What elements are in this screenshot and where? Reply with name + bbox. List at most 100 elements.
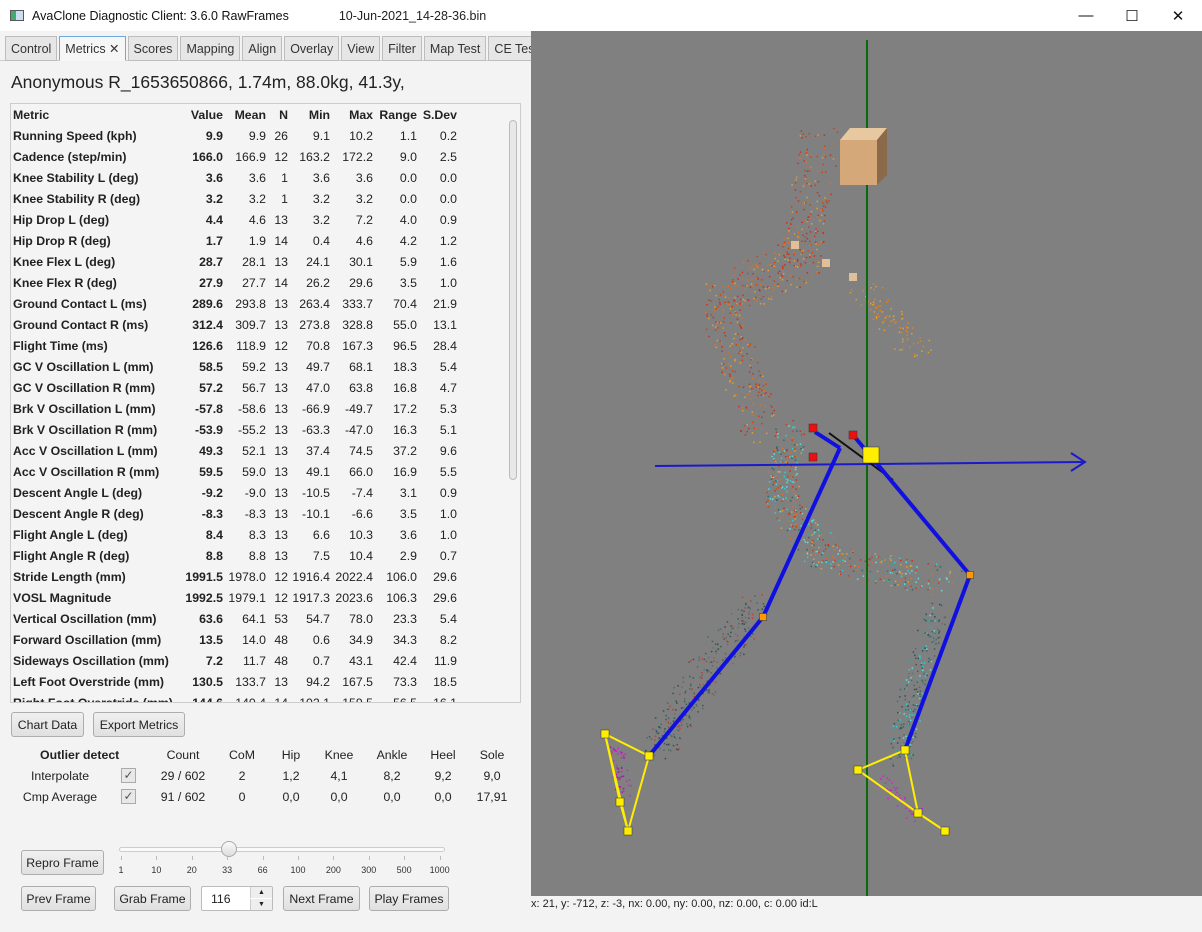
point-cloud-dot xyxy=(909,659,911,662)
spinner-down-icon[interactable]: ▼ xyxy=(250,899,272,910)
table-row[interactable]: Running Speed (kph) 9.9 9.9 26 9.1 10.2 1.1 0.2 xyxy=(13,125,457,146)
point-cloud-dot xyxy=(915,663,917,666)
point-cloud-dot xyxy=(822,205,825,207)
minimize-button[interactable]: — xyxy=(1063,0,1109,31)
export-metrics-button[interactable]: Export Metrics xyxy=(93,712,185,737)
frame-value[interactable]: 116 xyxy=(211,892,231,906)
table-cell: 21.9 xyxy=(433,296,457,311)
point-cloud-dot xyxy=(746,272,749,275)
point-cloud-dot xyxy=(760,279,763,281)
speed-slider-thumb[interactable] xyxy=(221,841,237,857)
tab-filter[interactable]: Filter xyxy=(382,36,422,61)
metrics-scrollbar[interactable] xyxy=(509,106,518,700)
point-cloud-dot xyxy=(791,457,793,460)
point-cloud-dot xyxy=(770,476,773,479)
grab-frame-button[interactable]: Grab Frame xyxy=(114,886,191,911)
tab-align[interactable]: Align xyxy=(242,36,283,61)
point-cloud-dot xyxy=(666,702,669,704)
table-row[interactable]: Flight Angle L (deg) 8.4 8.3 13 6.6 10.3 3.6 1.… xyxy=(13,524,457,545)
point-cloud-dot xyxy=(741,596,744,599)
table-row[interactable]: Flight Angle R (deg) 8.8 8.8 13 7.5 10.4 2.9 0.… xyxy=(13,545,457,566)
table-row[interactable]: GC V Oscillation R (mm) 57.2 56.7 13 47.0 63.… xyxy=(13,377,457,398)
point-cloud-dot xyxy=(727,303,729,306)
tab-scores[interactable]: Scores xyxy=(127,36,179,61)
table-row[interactable]: Forward Oscillation (mm) 13.5 14.0 48 0.6 34.… xyxy=(13,629,457,650)
table-row[interactable]: Knee Stability L (deg) 3.6 3.6 1 3.6 3.6 0.0 0.… xyxy=(13,167,457,188)
prev-frame-button[interactable]: Prev Frame xyxy=(21,886,96,911)
cmp-average-checkbox[interactable]: ✓ xyxy=(121,789,136,804)
table-row[interactable]: VOSL Magnitude 1992.5 1979.1 12 1917.3 2023.6… xyxy=(13,587,457,608)
point-cloud-dot xyxy=(764,405,767,407)
point-cloud-dot xyxy=(846,553,848,555)
point-cloud-dot xyxy=(779,506,781,508)
point-cloud-dot xyxy=(894,321,897,324)
interpolate-checkbox[interactable]: ✓ xyxy=(121,768,136,783)
table-row[interactable]: Right Foot Overstride (mm) 144.6 140.4 14 10… xyxy=(13,692,457,703)
point-cloud-dot xyxy=(796,496,799,499)
next-frame-button[interactable]: Next Frame xyxy=(283,886,360,911)
point-cloud-dot xyxy=(740,336,743,338)
close-button[interactable]: ✕ xyxy=(1155,0,1201,31)
table-cell: 34.3 xyxy=(393,632,417,647)
table-row[interactable]: Descent Angle L (deg) -9.2 -9.0 13 -10.5 -7.4… xyxy=(13,482,457,503)
table-row[interactable]: Descent Angle R (deg) -8.3 -8.3 13 -10.1 -6.6… xyxy=(13,503,457,524)
table-row[interactable]: Hip Drop L (deg) 4.4 4.6 13 3.2 7.2 4.0 0.9 xyxy=(13,209,457,230)
point-cloud-dot xyxy=(940,604,943,607)
table-row[interactable]: Knee Flex L (deg) 28.7 28.1 13 24.1 30.1 5.9 1.… xyxy=(13,251,457,272)
speed-slider[interactable] xyxy=(119,847,445,852)
point-cloud-dot xyxy=(756,602,758,604)
tab-mapping[interactable]: Mapping xyxy=(180,36,241,61)
table-row[interactable]: Ground Contact R (ms) 312.4 309.7 13 273.8 32… xyxy=(13,314,457,335)
tab-control[interactable]: Control xyxy=(5,36,58,61)
point-cloud-dot xyxy=(796,437,799,440)
table-cell: -63.3 xyxy=(301,422,330,437)
spinner-up-icon[interactable]: ▲ xyxy=(250,887,272,898)
point-cloud-dot xyxy=(715,650,717,653)
table-row[interactable]: Acc V Oscillation L (mm) 49.3 52.1 13 37.4 74… xyxy=(13,440,457,461)
skeleton-scene[interactable] xyxy=(531,31,1202,896)
table-row[interactable]: Hip Drop R (deg) 1.7 1.9 14 0.4 4.6 4.2 1.2 xyxy=(13,230,457,251)
point-cloud-dot xyxy=(781,275,784,278)
point-cloud-dot xyxy=(904,577,906,579)
table-row[interactable]: GC V Oscillation L (mm) 58.5 59.2 13 49.7 68.… xyxy=(13,356,457,377)
slider-tick-label: 500 xyxy=(396,865,412,875)
point-cloud-dot xyxy=(921,647,924,650)
point-cloud-dot xyxy=(613,760,615,762)
table-cell: 14 xyxy=(274,233,288,248)
repro-frame-button[interactable]: Repro Frame xyxy=(21,850,104,875)
table-row[interactable]: Flight Time (ms) 126.6 118.9 12 70.8 167.3 96.… xyxy=(13,335,457,356)
tab-overlay[interactable]: Overlay xyxy=(284,36,340,61)
scrollbar-thumb[interactable] xyxy=(509,120,517,480)
tab-metrics[interactable]: Metrics ✕ xyxy=(59,36,126,61)
point-cloud-dot xyxy=(731,281,734,283)
tab-map-test[interactable]: Map Test xyxy=(423,36,487,61)
table-row[interactable]: Brk V Oscillation R (mm) -53.9 -55.2 13 -63.… xyxy=(13,419,457,440)
table-row[interactable]: Sideways Oscillation (mm) 7.2 11.7 48 0.7 43.… xyxy=(13,650,457,671)
table-row[interactable]: Vertical Oscillation (mm) 63.6 64.1 53 54.7 7… xyxy=(13,608,457,629)
table-row[interactable]: Stride Length (mm) 1991.5 1978.0 12 1916.4 20… xyxy=(13,566,457,587)
point-cloud-dot xyxy=(757,265,760,267)
table-row[interactable]: Ground Contact L (ms) 289.6 293.8 13 263.4 33… xyxy=(13,293,457,314)
3d-viewport[interactable] xyxy=(531,31,1202,896)
table-row[interactable]: Knee Stability R (deg) 3.2 3.2 1 3.2 3.2 0.0 0.… xyxy=(13,188,457,209)
point-cloud-dot xyxy=(706,669,708,671)
frame-spinner[interactable]: 116 ▲ ▼ xyxy=(201,886,273,911)
table-row[interactable]: Acc V Oscillation R (mm) 59.5 59.0 13 49.1 66… xyxy=(13,461,457,482)
chart-data-button[interactable]: Chart Data xyxy=(11,712,84,737)
play-frames-button[interactable]: Play Frames xyxy=(369,886,449,911)
point-cloud-dot xyxy=(714,344,716,346)
point-cloud-dot xyxy=(795,474,797,476)
point-cloud-dot xyxy=(671,708,674,711)
point-cloud-dot xyxy=(732,283,735,285)
table-row[interactable]: Knee Flex R (deg) 27.9 27.7 14 26.2 29.6 3.5 1.… xyxy=(13,272,457,293)
table-row[interactable]: Brk V Oscillation L (mm) -57.8 -58.6 13 -66.… xyxy=(13,398,457,419)
maximize-button[interactable]: ☐ xyxy=(1109,0,1155,31)
slider-tick xyxy=(368,856,370,860)
point-cloud-dot xyxy=(655,730,658,733)
point-cloud-dot xyxy=(889,557,891,560)
table-row[interactable]: Left Foot Overstride (mm) 130.5 133.7 13 94.… xyxy=(13,671,457,692)
tab-view[interactable]: View xyxy=(341,36,381,61)
point-cloud-dot xyxy=(611,752,613,755)
point-cloud-dot xyxy=(937,637,939,639)
table-row[interactable]: Cadence (step/min) 166.0 166.9 12 163.2 172.2… xyxy=(13,146,457,167)
